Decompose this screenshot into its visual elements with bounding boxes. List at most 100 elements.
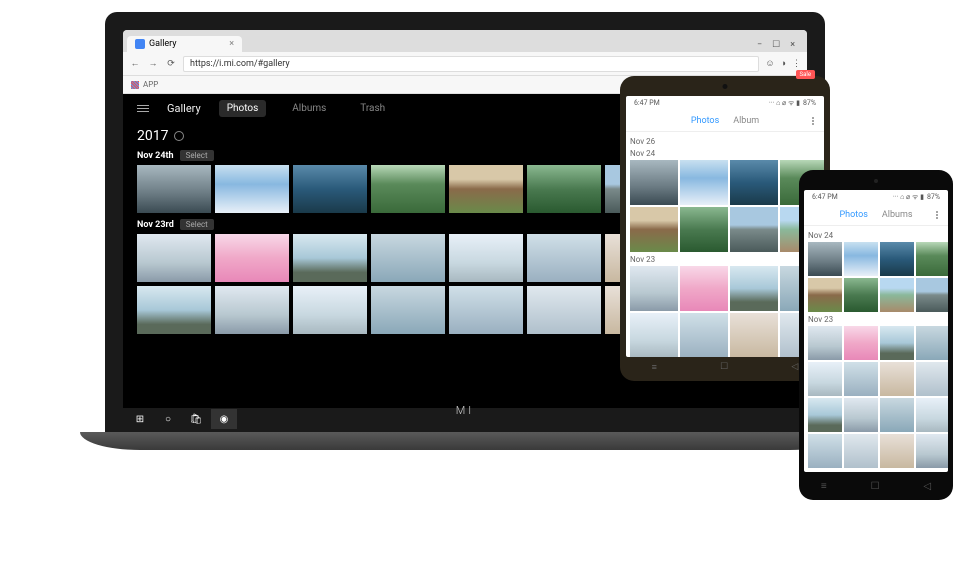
photo-thumbnail[interactable] <box>680 266 728 311</box>
chrome-button[interactable]: ◉ <box>211 409 237 429</box>
photo-thumbnail[interactable] <box>844 398 878 432</box>
address-bar: ← → ⟳ https://i.mi.com/#gallery ☺ ◑ ⋮ <box>123 52 807 76</box>
profile-icon[interactable]: ☺ <box>765 58 774 69</box>
browser-menu-button[interactable]: ⋮ <box>792 59 801 69</box>
photo-thumbnail[interactable] <box>730 266 778 311</box>
photo-thumbnail[interactable] <box>916 434 948 468</box>
photo-thumbnail[interactable] <box>916 278 948 312</box>
photo-thumbnail[interactable] <box>293 165 367 213</box>
recent-button-icon[interactable]: ◁ <box>791 362 798 373</box>
photo-thumbnail[interactable] <box>880 242 914 276</box>
bookmark-app[interactable]: APP <box>143 80 158 89</box>
nav-trash[interactable]: Trash <box>352 100 393 117</box>
photo-thumbnail[interactable] <box>844 434 878 468</box>
more-menu-icon[interactable] <box>812 117 814 125</box>
photo-thumbnail[interactable] <box>449 234 523 282</box>
photo-thumbnail[interactable] <box>527 286 601 334</box>
tab-photos[interactable]: Photos <box>839 210 867 220</box>
photo-thumbnail[interactable] <box>680 313 728 357</box>
tab-close-button[interactable]: × <box>229 39 234 49</box>
year-text: 2017 <box>137 128 168 144</box>
photo-thumbnail[interactable] <box>680 160 728 205</box>
photo-thumbnail[interactable] <box>215 234 289 282</box>
photo-thumbnail[interactable] <box>730 160 778 205</box>
url-input[interactable]: https://i.mi.com/#gallery <box>183 56 759 72</box>
battery-text: 87% <box>803 99 816 107</box>
tab-albums[interactable]: Albums <box>882 210 913 220</box>
photo-thumbnail[interactable] <box>137 286 211 334</box>
photo-thumbnail[interactable] <box>880 326 914 360</box>
apps-icon[interactable] <box>131 81 139 89</box>
window-controls: − ☐ × <box>749 38 803 52</box>
photo-thumbnail[interactable] <box>916 362 948 396</box>
photo-thumbnail[interactable] <box>844 362 878 396</box>
tab-photos[interactable]: Photos <box>691 116 719 126</box>
photo-thumbnail[interactable] <box>371 165 445 213</box>
phone-nav-buttons: ≡ ☐ ◁ <box>799 481 953 492</box>
nav-albums[interactable]: Albums <box>284 100 334 117</box>
select-button[interactable]: Select <box>180 150 214 161</box>
photo-thumbnail[interactable] <box>730 313 778 357</box>
hamburger-menu-icon[interactable] <box>137 105 149 112</box>
select-button[interactable]: Select <box>180 219 214 230</box>
signal-battery-icons: ··· ⌂ ⌀ ᯤ ▮ <box>893 193 924 202</box>
window-minimize-button[interactable]: − <box>757 40 762 50</box>
photo-thumbnail[interactable] <box>808 434 842 468</box>
photo-thumbnail[interactable] <box>916 242 948 276</box>
window-close-button[interactable]: × <box>790 40 795 50</box>
photo-thumbnail[interactable] <box>630 160 678 205</box>
photo-thumbnail[interactable] <box>449 286 523 334</box>
photo-thumbnail[interactable] <box>880 362 914 396</box>
photo-thumbnail[interactable] <box>527 234 601 282</box>
photo-thumbnail[interactable] <box>371 234 445 282</box>
photo-thumbnail[interactable] <box>808 398 842 432</box>
photo-thumbnail[interactable] <box>916 398 948 432</box>
home-button-icon[interactable]: ☐ <box>720 362 728 373</box>
nav-photos[interactable]: Photos <box>219 100 267 117</box>
more-menu-icon[interactable] <box>936 211 938 219</box>
home-button-icon[interactable]: ☐ <box>871 481 880 492</box>
photo-thumbnail[interactable] <box>844 242 878 276</box>
photo-thumbnail[interactable] <box>449 165 523 213</box>
signal-battery-icons: ··· ⌂ ⌀ ᯤ ▮ <box>769 99 800 108</box>
extension-icon[interactable]: ◑ <box>781 58 786 69</box>
photo-thumbnail[interactable] <box>137 234 211 282</box>
date-label: Nov 23 <box>630 255 820 264</box>
photo-thumbnail[interactable] <box>680 207 728 252</box>
back-button-icon[interactable]: ◁ <box>923 481 931 492</box>
browser-tab[interactable]: Gallery × <box>127 36 242 52</box>
photo-thumbnail[interactable] <box>730 207 778 252</box>
photo-thumbnail[interactable] <box>293 234 367 282</box>
photo-thumbnail[interactable] <box>880 278 914 312</box>
start-button[interactable]: ⊞ <box>127 409 153 429</box>
back-button-icon[interactable]: ≡ <box>652 362 657 373</box>
photo-thumbnail[interactable] <box>630 207 678 252</box>
cortana-button[interactable]: ○ <box>155 409 181 429</box>
photo-thumbnail[interactable] <box>844 326 878 360</box>
photo-thumbnail[interactable] <box>808 326 842 360</box>
photo-thumbnail[interactable] <box>215 286 289 334</box>
window-maximize-button[interactable]: ☐ <box>772 40 780 50</box>
photo-thumbnail[interactable] <box>630 266 678 311</box>
tablet-screen: 6:47 PM ··· ⌂ ⌀ ᯤ ▮ 87% Photos Album Nov… <box>626 96 824 357</box>
photo-thumbnail[interactable] <box>844 278 878 312</box>
photo-thumbnail[interactable] <box>293 286 367 334</box>
nav-forward-button[interactable]: → <box>147 58 159 69</box>
photo-thumbnail[interactable] <box>880 398 914 432</box>
photo-thumbnail[interactable] <box>137 165 211 213</box>
photo-thumbnail[interactable] <box>808 278 842 312</box>
photo-thumbnail[interactable] <box>880 434 914 468</box>
photo-thumbnail[interactable] <box>808 362 842 396</box>
nav-reload-button[interactable]: ⟳ <box>165 59 177 69</box>
nav-back-button[interactable]: ← <box>129 58 141 69</box>
menu-button-icon[interactable]: ≡ <box>821 481 827 492</box>
photo-thumbnail[interactable] <box>630 313 678 357</box>
photo-thumbnail[interactable] <box>527 165 601 213</box>
tab-album[interactable]: Album <box>733 116 759 126</box>
photo-thumbnail[interactable] <box>371 286 445 334</box>
photo-thumbnail[interactable] <box>215 165 289 213</box>
photo-thumbnail[interactable] <box>916 326 948 360</box>
sale-badge: Sale <box>796 70 815 79</box>
store-button[interactable]: 🛍 <box>183 409 209 429</box>
photo-thumbnail[interactable] <box>808 242 842 276</box>
